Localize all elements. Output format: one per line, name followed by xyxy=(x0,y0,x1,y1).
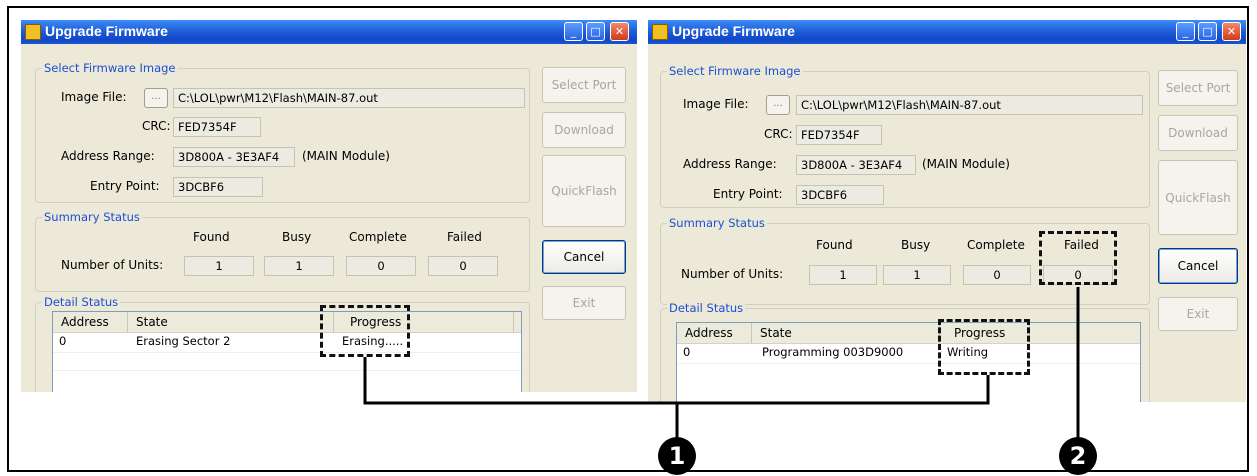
callout-badge-1: 1 xyxy=(658,437,696,475)
progress-callout-line xyxy=(363,357,990,405)
callout-badge-2: 2 xyxy=(1059,437,1097,475)
callout-lines xyxy=(363,287,1080,440)
